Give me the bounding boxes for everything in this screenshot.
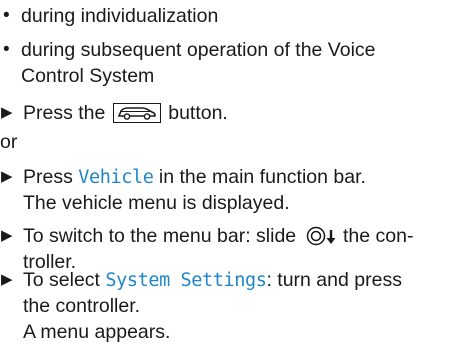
menu-term-vehicle: Vehicle xyxy=(78,167,154,188)
step-text-before: Press the xyxy=(23,102,106,124)
step-arrow-icon: ▶ xyxy=(1,168,13,185)
step-text: Press Vehicle in the main function bar. xyxy=(23,164,366,191)
step-result-text: A menu appears. xyxy=(23,321,171,343)
step-text-after: in the main function bar. xyxy=(158,166,366,188)
step-arrow-icon: ▶ xyxy=(1,104,13,121)
bullet-text-continued: Control System xyxy=(21,65,155,87)
step-arrow-icon: ▶ xyxy=(1,271,13,288)
manual-page: • during individualization • during subs… xyxy=(0,0,466,345)
bullet-text: during individualization xyxy=(21,5,219,27)
step-text-after: : turn and press xyxy=(266,269,402,291)
controller-slide-down-icon xyxy=(304,226,338,253)
step-text-before: Press xyxy=(23,166,73,188)
bullet-text: during subsequent operation of the Voice xyxy=(21,39,376,61)
step-text-after: the con- xyxy=(342,225,414,247)
step-arrow-icon: ▶ xyxy=(1,227,13,244)
bullet-icon: • xyxy=(3,39,10,60)
bullet-icon: • xyxy=(3,5,10,26)
car-icon xyxy=(112,103,161,123)
step-text: To switch to the menu bar: slide the con… xyxy=(23,223,413,253)
step-text-continued: the controller. xyxy=(23,295,141,317)
step-text-after: button. xyxy=(168,102,228,124)
or-separator: or xyxy=(0,131,18,153)
step-result-text: The vehicle menu is displayed. xyxy=(23,192,290,214)
menu-term-system-settings: System Settings xyxy=(105,270,267,291)
step-text-before: To select xyxy=(23,269,100,291)
step-text: To select System Settings: turn and pres… xyxy=(23,267,402,294)
step-text-before: To switch to the menu bar: slide xyxy=(23,225,297,247)
step-text: Press the button. xyxy=(23,100,228,126)
